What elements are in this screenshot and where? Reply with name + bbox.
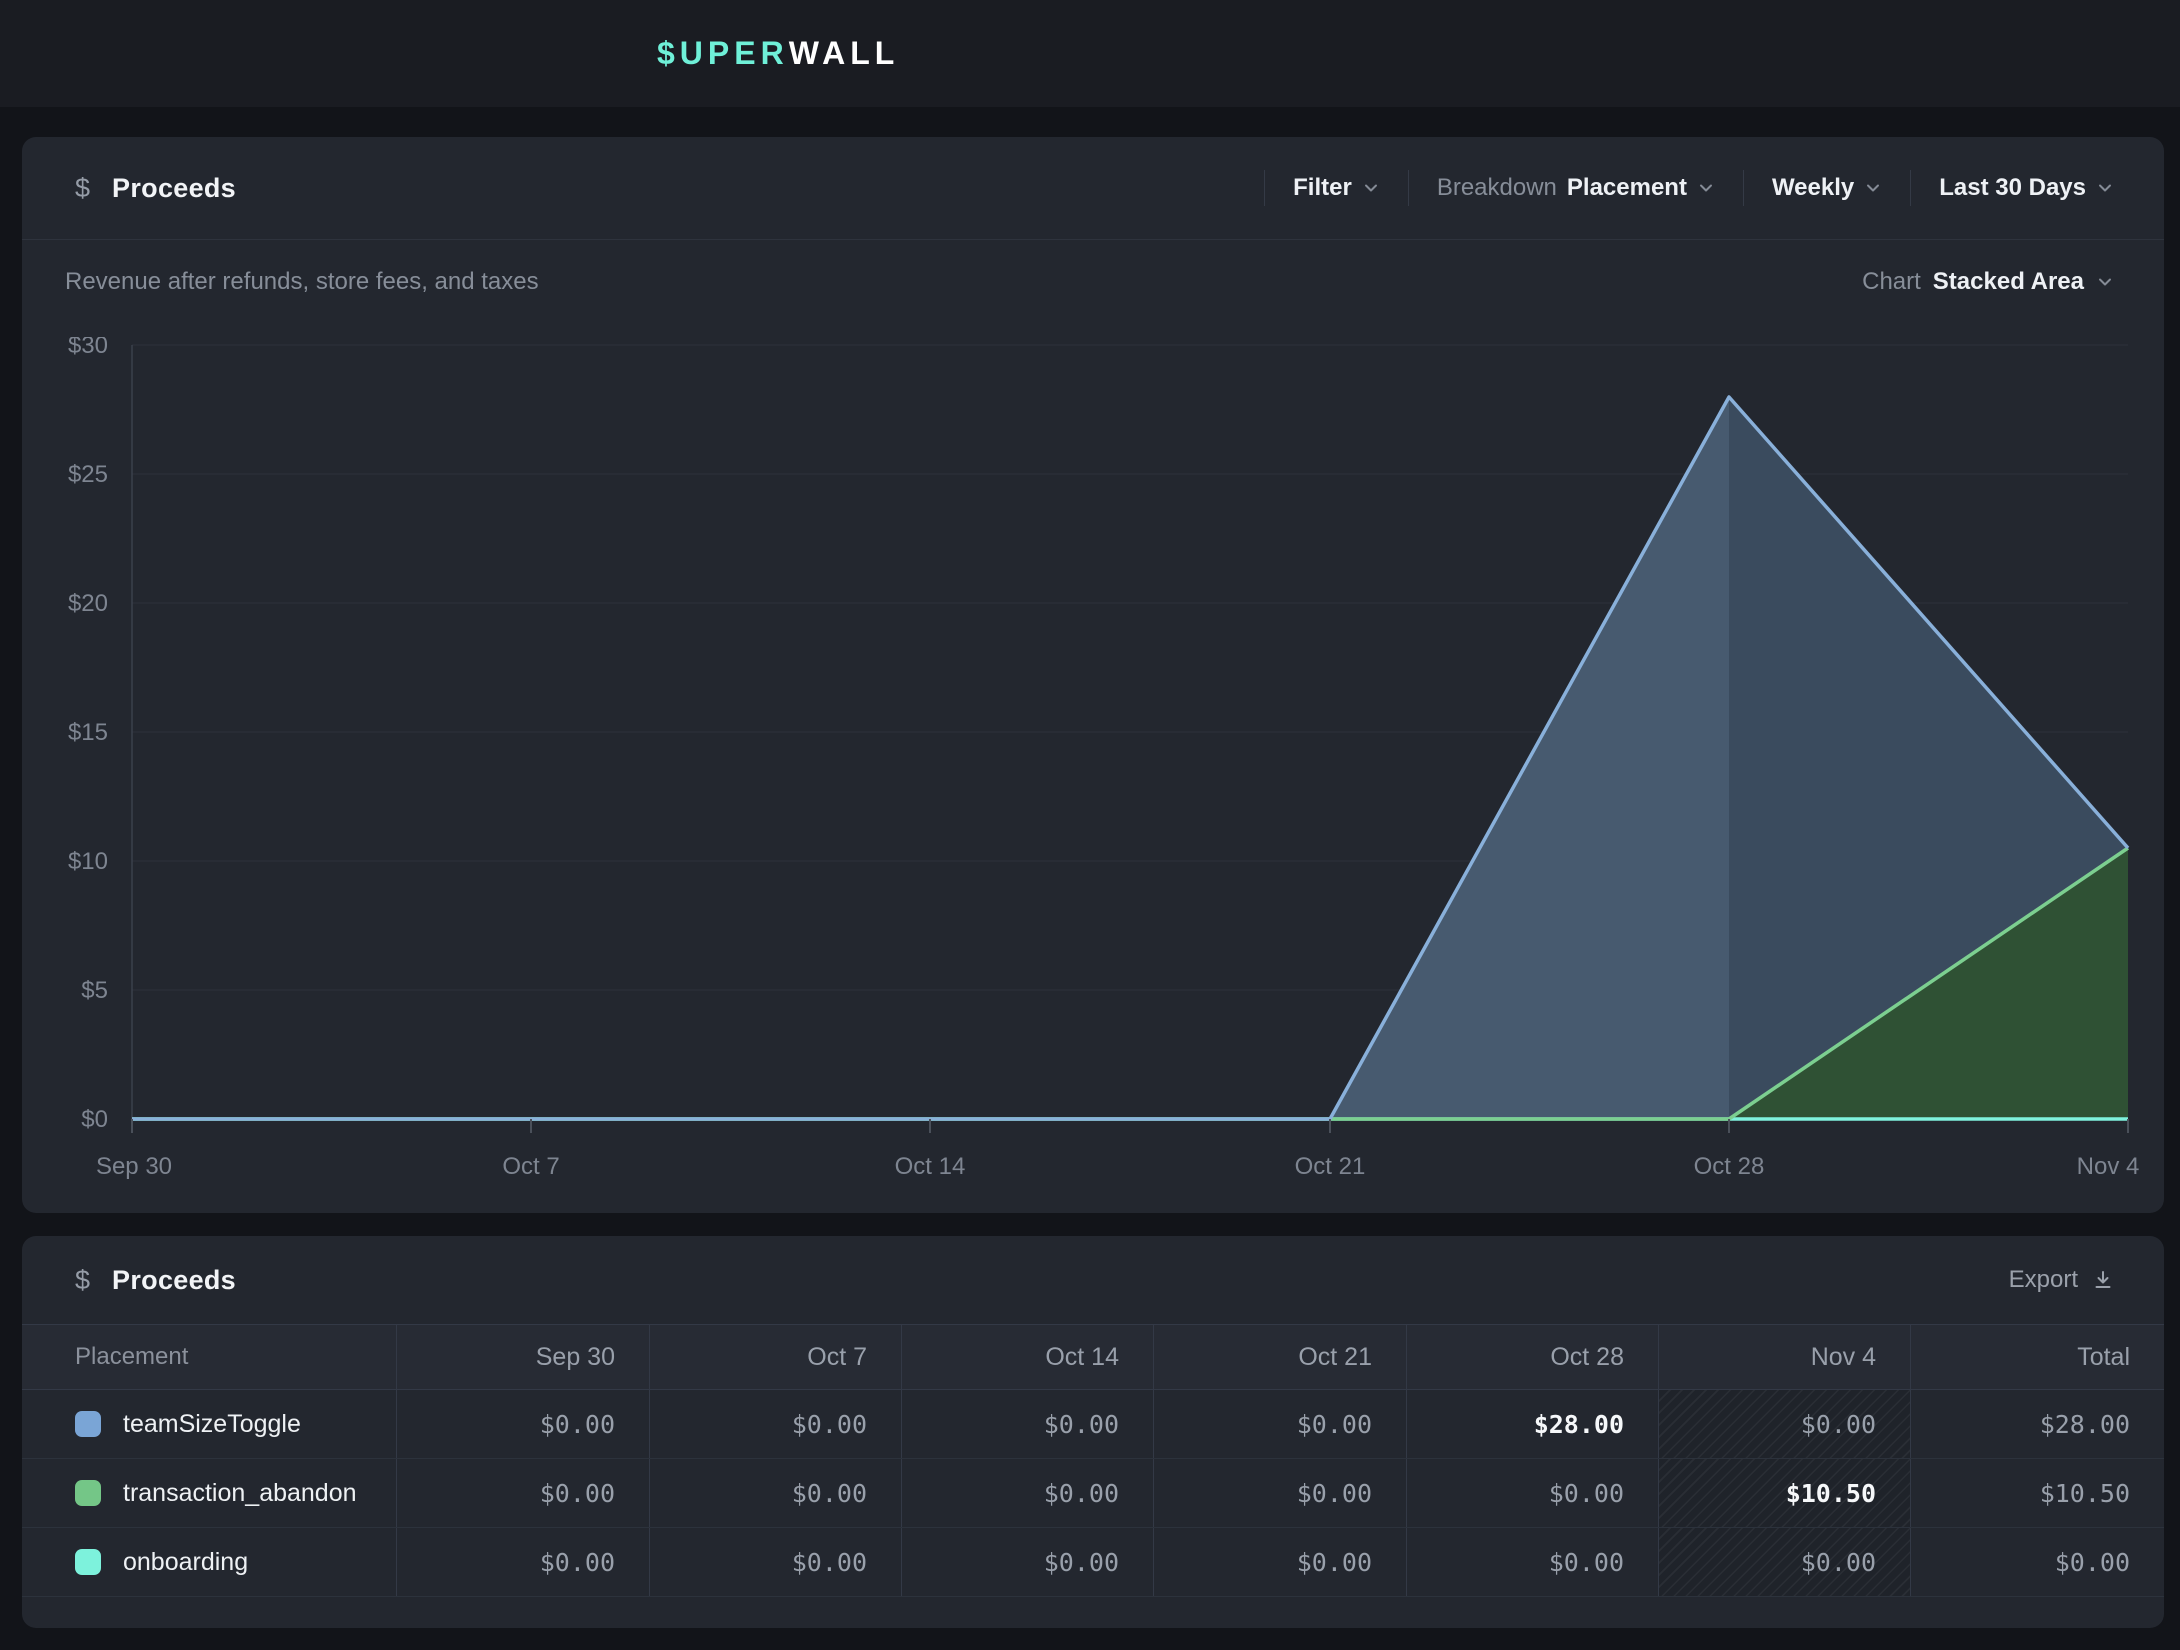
chart-panel-header: $ Proceeds Filter Breakdown Placement We… bbox=[22, 137, 2164, 240]
svg-text:Oct 14: Oct 14 bbox=[895, 1153, 966, 1180]
y-axis-labels: $30 $25 $20 $15 $10 $5 $0 bbox=[68, 337, 108, 1133]
value-cell: $0.00 bbox=[396, 1459, 649, 1527]
value-cell: $0.00 bbox=[649, 1459, 901, 1527]
table-panel-header: $ Proceeds Export bbox=[22, 1236, 2164, 1324]
svg-text:$5: $5 bbox=[81, 977, 108, 1004]
value-cell: $0.00 bbox=[901, 1528, 1153, 1596]
column-header-date: Oct 14 bbox=[901, 1325, 1153, 1389]
chart-type-label: Chart bbox=[1862, 268, 1921, 296]
value-cell-incomplete: $0.00 bbox=[1658, 1528, 1910, 1596]
value-cell: $0.00 bbox=[1406, 1459, 1658, 1527]
svg-text:Sep 30: Sep 30 bbox=[96, 1153, 172, 1180]
breakdown-label: Breakdown bbox=[1437, 174, 1557, 202]
series-swatch-blue bbox=[75, 1411, 101, 1437]
filter-label: Filter bbox=[1293, 174, 1352, 202]
value-cell: $0.00 bbox=[396, 1528, 649, 1596]
top-bar: $UPERWALL bbox=[0, 0, 2180, 107]
column-header-date: Oct 21 bbox=[1153, 1325, 1406, 1389]
svg-text:Oct 21: Oct 21 bbox=[1295, 1153, 1366, 1180]
value-cell-incomplete: $10.50 bbox=[1658, 1459, 1910, 1527]
svg-text:$25: $25 bbox=[68, 461, 108, 488]
chevron-down-icon bbox=[1864, 179, 1882, 197]
chevron-down-icon bbox=[1697, 179, 1715, 197]
placement-name-cell: onboarding bbox=[22, 1528, 396, 1596]
value-cell: $0.00 bbox=[1153, 1390, 1406, 1458]
table-row-teamSizeToggle: teamSizeToggle $0.00 $0.00 $0.00 $0.00 $… bbox=[22, 1390, 2164, 1459]
x-axis-labels: Sep 30 Oct 7 Oct 14 Oct 21 Oct 28 Nov 4 bbox=[96, 1153, 2139, 1180]
svg-text:$0: $0 bbox=[81, 1106, 108, 1133]
column-header-date: Sep 30 bbox=[396, 1325, 649, 1389]
control-divider bbox=[1743, 170, 1744, 206]
value-cell: $0.00 bbox=[649, 1390, 901, 1458]
value-cell: $0.00 bbox=[1153, 1528, 1406, 1596]
column-header-date: Nov 4 bbox=[1658, 1325, 1910, 1389]
placement-name: teamSizeToggle bbox=[123, 1410, 301, 1439]
chart-subtitle: Revenue after refunds, store fees, and t… bbox=[65, 268, 539, 296]
value-cell-incomplete: $0.00 bbox=[1658, 1390, 1910, 1458]
svg-text:$30: $30 bbox=[68, 337, 108, 359]
series-swatch-green bbox=[75, 1480, 101, 1506]
column-header-date: Oct 7 bbox=[649, 1325, 901, 1389]
svg-text:Nov 4: Nov 4 bbox=[2077, 1153, 2140, 1180]
svg-text:$20: $20 bbox=[68, 590, 108, 617]
chart-type-value: Stacked Area bbox=[1933, 268, 2084, 296]
dollar-icon: $ bbox=[75, 173, 90, 204]
table-panel-title: Proceeds bbox=[112, 1265, 236, 1296]
column-header-date: Oct 28 bbox=[1406, 1325, 1658, 1389]
value-cell: $0.00 bbox=[649, 1528, 901, 1596]
value-cell: $0.00 bbox=[901, 1390, 1153, 1458]
value-cell: $28.00 bbox=[1406, 1390, 1658, 1458]
date-range-dropdown[interactable]: Last 30 Days bbox=[1939, 174, 2114, 202]
total-cell: $0.00 bbox=[1910, 1528, 2164, 1596]
value-cell: $0.00 bbox=[1406, 1528, 1658, 1596]
chart-controls: Filter Breakdown Placement Weekly Last 3… bbox=[1236, 137, 2114, 239]
control-divider bbox=[1408, 170, 1409, 206]
export-label: Export bbox=[2009, 1266, 2078, 1294]
proceeds-table-panel: $ Proceeds Export Placement Sep 30 Oct 7… bbox=[22, 1236, 2164, 1628]
dollar-icon: $ bbox=[75, 1265, 90, 1296]
column-header-placement: Placement bbox=[22, 1325, 396, 1389]
control-divider bbox=[1264, 170, 1265, 206]
chart-type-dropdown[interactable]: Chart Stacked Area bbox=[1862, 268, 2114, 296]
svg-text:Oct 28: Oct 28 bbox=[1694, 1153, 1765, 1180]
chart-panel-title: Proceeds bbox=[112, 173, 236, 204]
chevron-down-icon bbox=[2096, 273, 2114, 291]
chevron-down-icon bbox=[1362, 179, 1380, 197]
filter-dropdown[interactable]: Filter bbox=[1293, 174, 1380, 202]
placement-name-cell: teamSizeToggle bbox=[22, 1390, 396, 1458]
table-row-onboarding: onboarding $0.00 $0.00 $0.00 $0.00 $0.00… bbox=[22, 1528, 2164, 1597]
table-row-transaction-abandon: transaction_abandon $0.00 $0.00 $0.00 $0… bbox=[22, 1459, 2164, 1528]
x-axis-ticks bbox=[132, 1119, 2128, 1133]
date-range-value: Last 30 Days bbox=[1939, 174, 2086, 202]
logo-accent-text: $UPER bbox=[657, 35, 789, 72]
svg-text:Oct 7: Oct 7 bbox=[502, 1153, 559, 1180]
value-cell: $0.00 bbox=[1153, 1459, 1406, 1527]
total-cell: $28.00 bbox=[1910, 1390, 2164, 1458]
column-header-total: Total bbox=[1910, 1325, 2164, 1389]
breakdown-value: Placement bbox=[1567, 174, 1687, 202]
superwall-logo: $UPERWALL bbox=[657, 0, 899, 107]
logo-rest-text: WALL bbox=[789, 35, 900, 72]
total-cell: $10.50 bbox=[1910, 1459, 2164, 1527]
download-icon bbox=[2092, 1269, 2114, 1291]
interval-dropdown[interactable]: Weekly bbox=[1772, 174, 1882, 202]
svg-text:$15: $15 bbox=[68, 719, 108, 746]
control-divider bbox=[1910, 170, 1911, 206]
interval-value: Weekly bbox=[1772, 174, 1854, 202]
placement-name: onboarding bbox=[123, 1548, 248, 1577]
breakdown-dropdown[interactable]: Breakdown Placement bbox=[1437, 174, 1715, 202]
export-button[interactable]: Export bbox=[2009, 1266, 2114, 1294]
proceeds-chart-panel: $ Proceeds Filter Breakdown Placement We… bbox=[22, 137, 2164, 1213]
placement-name-cell: transaction_abandon bbox=[22, 1459, 396, 1527]
proceeds-table: Placement Sep 30 Oct 7 Oct 14 Oct 21 Oct… bbox=[22, 1324, 2164, 1597]
table-header-row: Placement Sep 30 Oct 7 Oct 14 Oct 21 Oct… bbox=[22, 1324, 2164, 1390]
value-cell: $0.00 bbox=[901, 1459, 1153, 1527]
series-swatch-teal bbox=[75, 1549, 101, 1575]
svg-text:$10: $10 bbox=[68, 848, 108, 875]
stacked-area-chart: $30 $25 $20 $15 $10 $5 $0 Sep 30 Oct 7 O… bbox=[22, 337, 2164, 1213]
value-cell: $0.00 bbox=[396, 1390, 649, 1458]
chart-subheader: Revenue after refunds, store fees, and t… bbox=[22, 240, 2164, 296]
chevron-down-icon bbox=[2096, 179, 2114, 197]
placement-name: transaction_abandon bbox=[123, 1479, 357, 1508]
